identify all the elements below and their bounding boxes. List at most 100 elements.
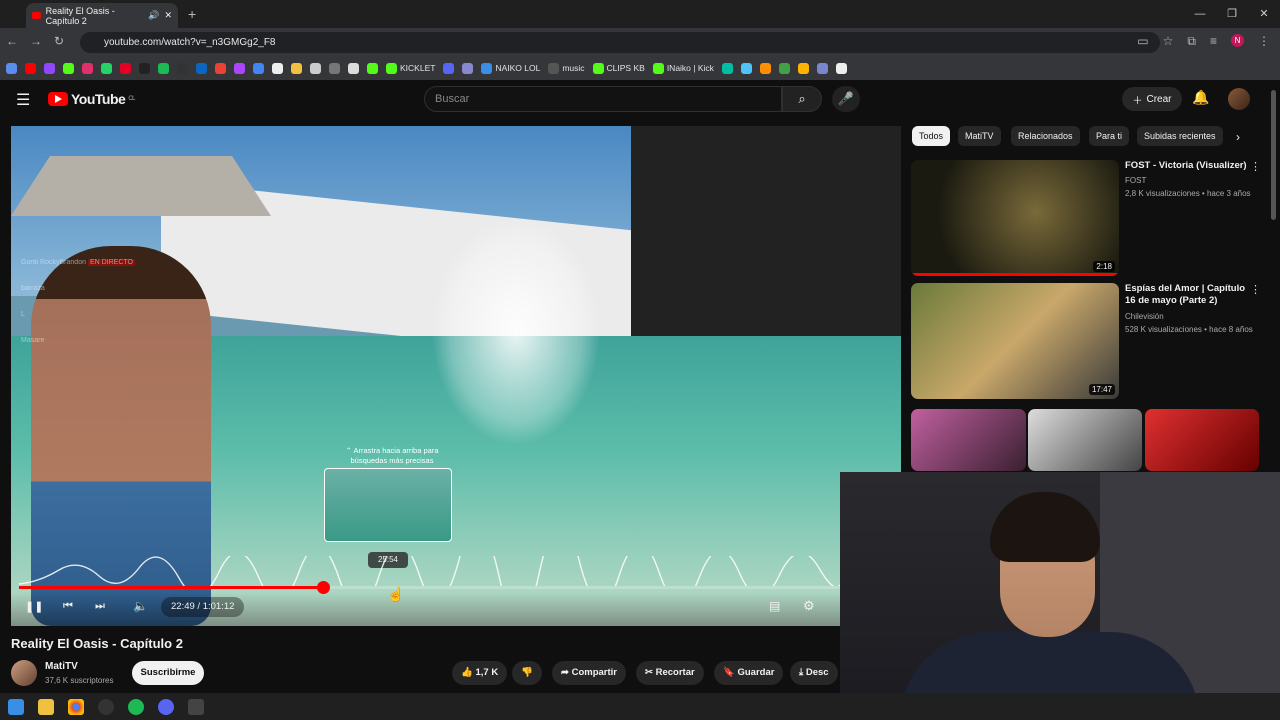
previous-icon[interactable]: ⏮ bbox=[63, 600, 73, 613]
discord-icon[interactable] bbox=[158, 698, 174, 715]
restore-icon[interactable]: ❐ bbox=[1216, 0, 1248, 28]
back-icon[interactable]: ← bbox=[6, 34, 18, 48]
hamburger-menu-icon[interactable]: ☰ bbox=[16, 90, 30, 110]
bookmark-green-icon[interactable] bbox=[778, 62, 790, 74]
bookmark-twitch-icon[interactable] bbox=[44, 62, 55, 74]
address-bar[interactable]: youtube.com/watch?v=_n3GMGg2_F8 bbox=[80, 32, 1160, 53]
share-button[interactable]: ➦ Compartir bbox=[552, 661, 627, 685]
settings-gear-icon[interactable]: ⚙ bbox=[803, 598, 815, 614]
app-icon[interactable] bbox=[188, 698, 204, 715]
search-button[interactable]: ⌕ bbox=[782, 86, 822, 112]
menu-kebab-icon[interactable]: ⋮ bbox=[1258, 34, 1270, 49]
bookmark-outlook-icon[interactable] bbox=[196, 62, 207, 74]
account-avatar[interactable] bbox=[1228, 88, 1250, 110]
bookmark-clips-kb[interactable]: CLIPS KB bbox=[592, 62, 645, 74]
obs-icon[interactable] bbox=[98, 698, 114, 715]
apps-icon[interactable] bbox=[6, 62, 17, 74]
bookmark-folder-icon[interactable] bbox=[291, 62, 302, 74]
bookmark-teal-icon[interactable] bbox=[721, 62, 733, 74]
windows-start-icon[interactable] bbox=[8, 698, 24, 715]
dislike-button[interactable]: 👎 bbox=[512, 661, 542, 685]
cast-icon[interactable]: ▭ bbox=[1137, 34, 1148, 49]
next-icon[interactable]: ⏭ bbox=[95, 600, 105, 613]
video-player[interactable]: Gordi RockyBrandon EN DIRECTO barraza L … bbox=[11, 126, 901, 626]
bookmark-kicklet[interactable]: KICKLET bbox=[386, 62, 435, 74]
chip-todos[interactable]: Todos bbox=[912, 126, 951, 146]
bookmark-kick-icon[interactable] bbox=[63, 62, 74, 74]
bookmark-pinterest-icon[interactable] bbox=[120, 62, 131, 74]
bookmark-instagram-icon[interactable] bbox=[82, 62, 93, 74]
channel-avatar[interactable] bbox=[11, 660, 37, 686]
bookmark-chart-icon[interactable] bbox=[740, 62, 752, 74]
media-icon[interactable]: ≡ bbox=[1210, 34, 1217, 49]
chrome-icon[interactable] bbox=[68, 698, 84, 715]
extensions-icon[interactable]: ⧉ bbox=[1187, 34, 1196, 49]
bookmark-chatgpt-icon[interactable] bbox=[272, 62, 283, 74]
scrollbar[interactable] bbox=[1271, 90, 1276, 220]
bookmark-whatsapp-icon[interactable] bbox=[101, 62, 112, 74]
chip-relacionados[interactable]: Relacionados bbox=[1011, 126, 1080, 146]
profile-icon[interactable]: N bbox=[1231, 34, 1244, 47]
bookmark-photos-icon[interactable] bbox=[234, 62, 245, 74]
more-options-icon[interactable]: ⋮ bbox=[1250, 283, 1261, 296]
bookmark-discord-icon[interactable] bbox=[443, 62, 455, 74]
file-explorer-icon[interactable] bbox=[38, 698, 54, 715]
speaker-icon[interactable]: 🔊 bbox=[148, 10, 159, 21]
pause-icon[interactable]: ❚❚ bbox=[25, 600, 43, 613]
close-window-icon[interactable]: ✕ bbox=[1248, 0, 1280, 28]
create-button[interactable]: ＋ Crear bbox=[1122, 87, 1182, 111]
search-input[interactable]: Buscar bbox=[424, 86, 782, 112]
related-thumbnail[interactable]: 17:47 bbox=[911, 283, 1119, 399]
bookmark-game-icon[interactable] bbox=[329, 62, 340, 74]
save-button[interactable]: 🔖 Guardar bbox=[714, 661, 784, 685]
shorts-thumbnail[interactable] bbox=[911, 409, 1026, 471]
bookmark-tool-icon[interactable] bbox=[177, 62, 188, 74]
bookmark-sprout-icon[interactable] bbox=[367, 62, 378, 74]
bookmark-music[interactable]: music bbox=[548, 62, 585, 74]
bookmark-youtube-icon[interactable] bbox=[25, 62, 36, 74]
chevron-right-icon[interactable]: › bbox=[1236, 130, 1240, 144]
bookmark-shield-icon[interactable] bbox=[462, 62, 474, 74]
channel-name[interactable]: MatiTV bbox=[45, 661, 78, 672]
bookmark-x-icon[interactable] bbox=[139, 62, 150, 74]
bookmark-maps-icon[interactable] bbox=[215, 62, 226, 74]
bookmark-magnet-icon[interactable] bbox=[797, 62, 809, 74]
bookmark-diamond-icon[interactable] bbox=[348, 62, 359, 74]
notifications-bell-icon[interactable]: 🔔 bbox=[1192, 89, 1209, 106]
clip-button[interactable]: ✂ Recortar bbox=[636, 661, 704, 685]
chip-matitv[interactable]: MatiTV bbox=[958, 126, 1001, 146]
related-title[interactable]: Espías del Amor | Capítulo 16 de mayo (P… bbox=[1125, 283, 1247, 307]
download-button[interactable]: ⤓ Desc bbox=[790, 661, 838, 685]
related-channel[interactable]: Chilevisión bbox=[1125, 310, 1255, 323]
forward-icon[interactable]: → bbox=[30, 34, 42, 48]
bookmark-naiko-lol[interactable]: NAIKO LOL bbox=[481, 62, 540, 74]
more-options-icon[interactable]: ⋮ bbox=[1250, 160, 1261, 173]
bookmark-lens-icon[interactable] bbox=[253, 62, 264, 74]
subscribe-button[interactable]: Suscribirme bbox=[132, 661, 204, 685]
new-tab-button[interactable]: + bbox=[188, 6, 196, 22]
like-button[interactable]: 👍 1,7 K bbox=[452, 661, 508, 685]
browser-tab[interactable]: Reality El Oasis - Capítulo 2 🔊 ✕ bbox=[26, 3, 178, 28]
subtitles-icon[interactable]: ▤ bbox=[769, 599, 780, 613]
reload-icon[interactable]: ↻ bbox=[54, 34, 64, 48]
shorts-thumbnail[interactable] bbox=[1028, 409, 1142, 471]
related-title[interactable]: FOST - Victoria (Visualizer) bbox=[1125, 160, 1247, 172]
bookmark-inaiko-kick[interactable]: INaiko | Kick bbox=[652, 62, 714, 74]
bookmark-cat-icon[interactable] bbox=[310, 62, 321, 74]
related-channel[interactable]: FOST bbox=[1125, 174, 1255, 187]
bookmark-globe-icon[interactable] bbox=[816, 62, 828, 74]
close-tab-icon[interactable]: ✕ bbox=[164, 10, 172, 21]
related-thumbnail[interactable]: 2:18 bbox=[911, 160, 1119, 276]
bookmark-spotify-icon[interactable] bbox=[158, 62, 169, 74]
chip-subidas-recientes[interactable]: Subidas recientes bbox=[1137, 126, 1223, 146]
youtube-logo[interactable]: YouTube CL bbox=[48, 91, 135, 107]
chip-para-ti[interactable]: Para ti bbox=[1089, 126, 1130, 146]
voice-search-button[interactable]: 🎤 bbox=[832, 86, 860, 112]
bookmark-orange-icon[interactable] bbox=[759, 62, 771, 74]
spotify-icon[interactable] bbox=[128, 698, 144, 715]
minimize-icon[interactable]: — bbox=[1184, 0, 1216, 28]
volume-icon[interactable]: 🔈 bbox=[133, 599, 148, 613]
shorts-thumbnail[interactable] bbox=[1145, 409, 1259, 471]
bookmark-white-icon[interactable] bbox=[835, 62, 847, 74]
star-icon[interactable]: ☆ bbox=[1163, 34, 1174, 49]
